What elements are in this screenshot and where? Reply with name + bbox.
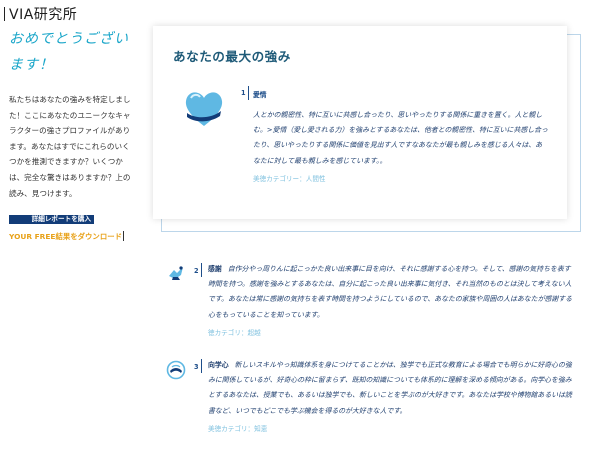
strength-description-text: 自作分やっ周りんに起こっかた良い出来事に目を向け、それに感謝する心を持つ。そして…: [208, 265, 573, 319]
strength-category: 美徳カテゴリー：人間性: [253, 175, 326, 183]
strength-description: 人とかの親密性、特に互いに共感し合ったり、思いやったりする関係に重きを置く。人と…: [253, 111, 548, 165]
strength-rank: 1: [241, 89, 246, 97]
strength-name: 向学心: [208, 361, 229, 369]
strength-name: 愛情: [253, 91, 267, 99]
strength-rank: 2: [194, 267, 199, 275]
strength-description-text: 新しいスキルやっ知識体系を身につけてることかは、独学でも正式な教育による場合でも…: [208, 361, 572, 415]
intro-text: 私たちはあなたの強みを特定しました！ここにあなたのユニークなキャラクターの強さプ…: [9, 95, 131, 198]
rank-divider: [248, 86, 249, 100]
learning-globe-icon: [166, 360, 186, 380]
left-panel: おめでとうございます！ 私たちはあなたの強みを特定しました！ここにあなたのユニー…: [9, 26, 137, 243]
strength-name: 感謝: [208, 265, 222, 273]
site-header: VIA研究所: [4, 4, 77, 24]
rank-divider: [201, 263, 202, 277]
site-title: VIA研究所: [9, 7, 78, 23]
top-strength-card: あなたの最大の強み 1 愛情 人とかの親密性、特に互いに共感し合ったり、思いやっ…: [153, 26, 567, 219]
strength-category: 美徳カテゴリ：知恵: [208, 425, 268, 433]
rank-divider: [201, 359, 202, 373]
strength-description: 感謝 自作分やっ周りんに起こっかた良い出来事に目を向け、それに感謝する心を持つ。そ…: [208, 262, 574, 323]
download-free-results-link[interactable]: YOUR FREE結果をダウンロード: [9, 232, 122, 241]
buy-report-button[interactable]: 詳細レポートを購入: [9, 215, 94, 225]
strength-rank: 3: [194, 363, 199, 371]
strength-description: 向学心 新しいスキルやっ知識体系を身につけてることかは、独学でも正式な教育による場…: [208, 358, 574, 419]
strength-category: 徳カテゴリ：超越: [208, 329, 261, 337]
congrats-heading: おめでとうございます！: [9, 31, 129, 73]
grateful-bird-icon: [166, 263, 186, 283]
heart-icon: [183, 88, 225, 130]
card-title: あなたの最大の強み: [173, 49, 291, 64]
header-divider: [4, 7, 5, 21]
text-cursor: [123, 231, 124, 242]
